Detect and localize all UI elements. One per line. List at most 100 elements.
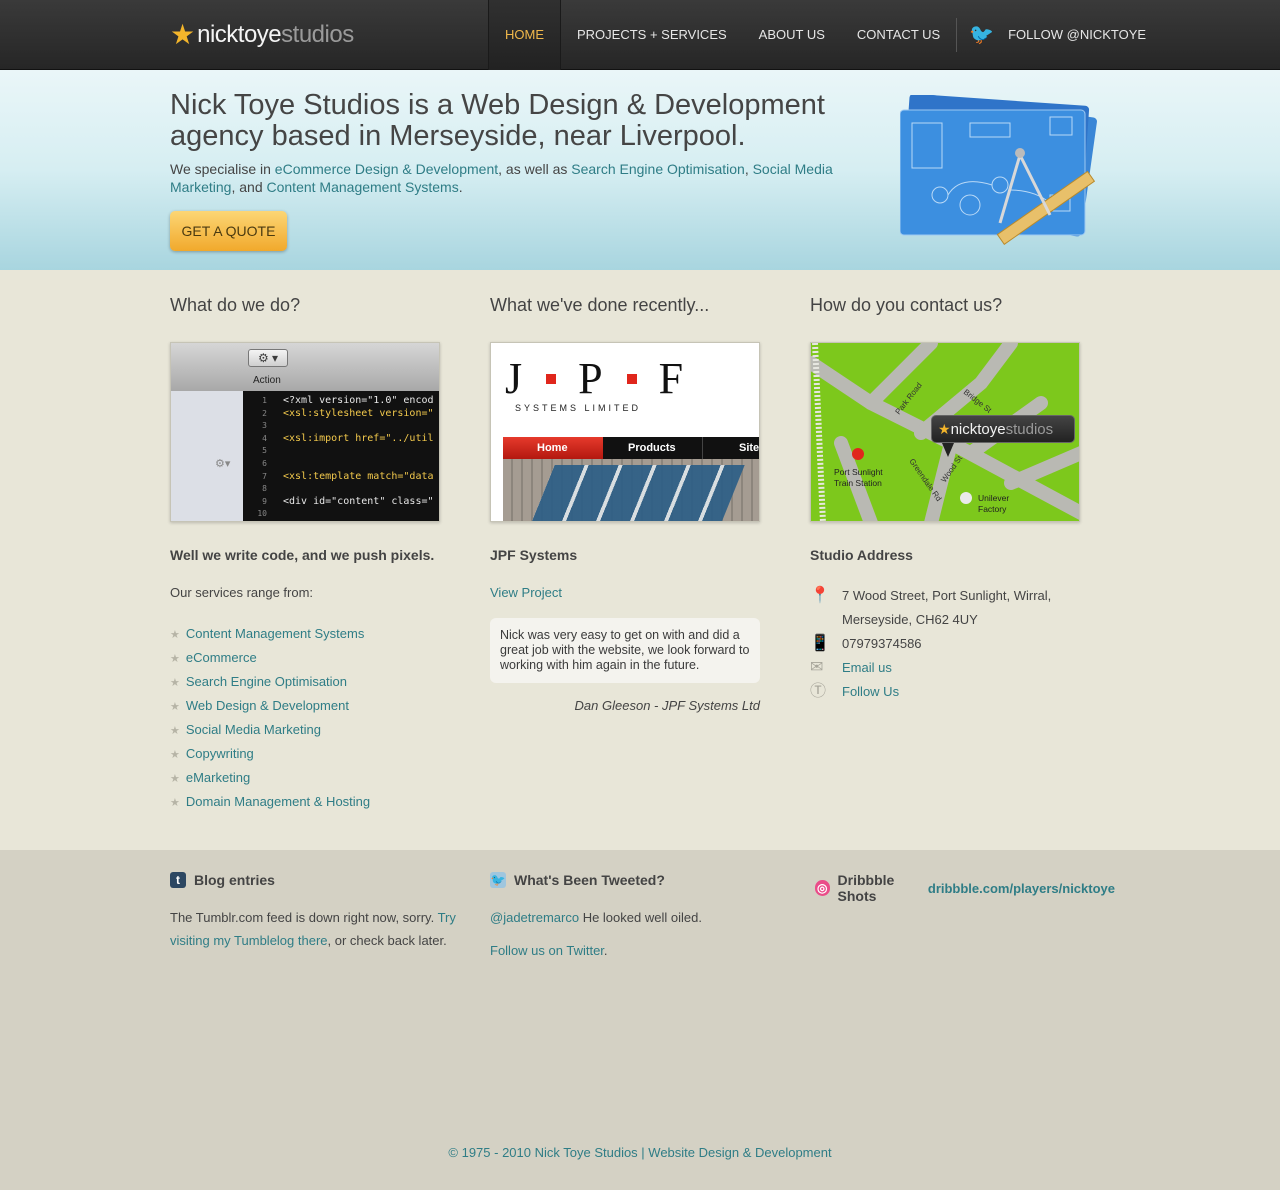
blog-title: Blog entries xyxy=(194,872,275,888)
jpf-nav-site: Site xyxy=(739,442,760,454)
code-line-number: 8 xyxy=(262,484,267,494)
follow-period: . xyxy=(603,943,608,958)
list-item[interactable]: ★ Search Engine Optimisation xyxy=(170,670,460,694)
code-line-number: 6 xyxy=(262,458,267,468)
map-label-unilever: Unilever Factory xyxy=(978,493,1010,514)
map-label-station: Port Sunlight Train Station xyxy=(834,467,883,488)
code-line-number: 7 xyxy=(262,471,267,481)
list-item[interactable]: ★ Content Management Systems xyxy=(170,622,460,646)
building-photo xyxy=(503,459,759,521)
red-square-icon xyxy=(626,373,637,384)
code-editor: 1 <?xml version="1.0" encod 2 <xsl:styleshe… xyxy=(243,395,439,521)
tweet: @jadetremarco He looked well oiled. xyxy=(490,906,790,929)
testimonial-author: Dan Gleeson - JPF Systems Ltd xyxy=(574,698,760,713)
phone-icon: 📱 xyxy=(810,635,830,652)
dribbble-profile-link[interactable]: dribbble.com/players/nicktoye xyxy=(928,881,1115,896)
copyright: © 1975 - 2010 Nick Toye Studios | Websit… xyxy=(448,1145,832,1160)
nav-projects-services[interactable]: PROJECTS + SERVICES xyxy=(561,0,743,70)
follow-row: Ⓣ Follow Us xyxy=(810,680,1100,704)
star-bullet-icon: ★ xyxy=(170,653,180,665)
link-ecommerce-design[interactable]: eCommerce Design & Development xyxy=(275,161,498,177)
envelope-icon: ✉ xyxy=(810,659,824,676)
blog-text: , or check back later. xyxy=(327,933,447,948)
tumblr-icon: t xyxy=(170,872,186,888)
gear-icon: ⚙ ▾ xyxy=(248,349,288,367)
service-link[interactable]: Copywriting xyxy=(186,746,254,761)
link-cms[interactable]: Content Management Systems xyxy=(267,179,459,195)
view-project-link[interactable]: View Project xyxy=(490,585,562,600)
list-item[interactable]: ★ Web Design & Development xyxy=(170,694,460,718)
hero-intro: We specialise in eCommerce Design & Deve… xyxy=(170,160,870,196)
code-toolbar: ⚙ ▾ Action xyxy=(171,343,439,391)
map-marker[interactable]: ★ nicktoye studios xyxy=(931,415,1075,443)
service-link[interactable]: Content Management Systems xyxy=(186,626,364,641)
nav-follow-twitter[interactable]: 🐦 FOLLOW @NICKTOYE xyxy=(957,0,1162,70)
blog-text: The Tumblr.com feed is down right now, s… xyxy=(170,910,438,925)
location-map[interactable]: Park Road Bridge St Wood St Greendale Rd… xyxy=(810,342,1080,522)
code-screenshot[interactable]: ⚙ ▾ Action ⚙▾ 1 <?xml version="1.0" encod… xyxy=(170,342,440,522)
nav-about-us[interactable]: ABOUT US xyxy=(743,0,841,70)
email-us-link[interactable]: Email us xyxy=(842,656,892,680)
building-windows xyxy=(531,465,745,521)
code-line-text: <?xml version="1.0" encod xyxy=(283,395,434,406)
address-row: 📍 7 Wood Street, Port Sunlight, Wirral, … xyxy=(810,584,1100,632)
map-label-park-road: Park Road xyxy=(893,381,923,416)
contact-details: 📍 7 Wood Street, Port Sunlight, Wirral, … xyxy=(810,584,1100,704)
intro-text: We specialise in xyxy=(170,161,275,177)
service-link[interactable]: Domain Management & Hosting xyxy=(186,794,370,809)
list-item[interactable]: ★ eCommerce xyxy=(170,646,460,670)
link-seo[interactable]: Search Engine Optimisation xyxy=(571,161,745,177)
recent-work-title: What we've done recently... xyxy=(490,295,710,315)
jpf-logo: J P F xyxy=(505,353,685,404)
service-link[interactable]: eMarketing xyxy=(186,770,250,785)
nav-home[interactable]: HOME xyxy=(488,0,561,70)
code-line: 3 xyxy=(243,420,439,433)
jpf-logo-letter: J xyxy=(505,354,525,403)
site-logo[interactable]: ★ nicktoye studios xyxy=(170,20,354,50)
list-item[interactable]: ★ Domain Management & Hosting xyxy=(170,790,460,814)
code-line-number: 10 xyxy=(257,509,267,519)
service-link[interactable]: Web Design & Development xyxy=(186,698,349,713)
star-icon: ★ xyxy=(170,19,196,50)
service-link[interactable]: Search Engine Optimisation xyxy=(186,674,347,689)
jpf-project-screenshot[interactable]: J P F SYSTEMS LIMITED Home Products Site xyxy=(490,342,760,522)
dribbble-title: Dribbble Shots xyxy=(837,872,895,904)
studio-address-heading: Studio Address xyxy=(810,547,913,563)
follow-us-link[interactable]: Follow Us xyxy=(842,680,899,704)
twitter-bird-icon: 🐦 xyxy=(490,872,506,888)
dribbble-section: ◎ Dribbble Shots dribbble.com/players/ni… xyxy=(815,872,1115,904)
services-range-text: Our services range from: xyxy=(170,585,314,600)
address-line-2: Merseyside, CH62 4UY xyxy=(842,612,978,627)
logo-text-primary: nicktoye xyxy=(197,21,282,48)
list-item[interactable]: ★ Social Media Marketing xyxy=(170,718,460,742)
jpf-logo-letter: P xyxy=(578,354,605,403)
code-line-number: 2 xyxy=(262,408,267,418)
list-item[interactable]: ★ eMarketing xyxy=(170,766,460,790)
phone-row: 📱 07979374586 xyxy=(810,632,1100,656)
service-link[interactable]: Social Media Marketing xyxy=(186,722,321,737)
follow-twitter-link[interactable]: Follow us on Twitter xyxy=(490,943,604,958)
intro-text: , and xyxy=(231,179,267,195)
jpf-nav-home: Home xyxy=(503,437,603,459)
code-line-number: 1 xyxy=(262,396,267,405)
get-a-quote-button[interactable]: GET A QUOTE xyxy=(170,211,287,251)
nav-contact-us[interactable]: CONTACT US xyxy=(841,0,956,70)
marker-text-primary: nicktoye xyxy=(950,420,1006,438)
action-label: Action xyxy=(253,375,281,386)
service-link[interactable]: eCommerce xyxy=(186,650,257,665)
main-nav: HOME PROJECTS + SERVICES ABOUT US CONTAC… xyxy=(488,0,1162,70)
contact-column: How do you contact us? Park Road Bridge … xyxy=(810,295,1100,704)
blog-entries-heading: t Blog entries xyxy=(170,872,470,888)
phone-number: 07979374586 xyxy=(842,636,922,651)
code-line-number: 9 xyxy=(262,496,267,506)
code-sidebar: ⚙▾ xyxy=(171,391,243,521)
address-text: 7 Wood Street, Port Sunlight, Wirral, Me… xyxy=(842,584,1051,632)
code-line: 7 <xsl:template match="data xyxy=(243,471,439,484)
code-line: 8 xyxy=(243,483,439,496)
tweet-handle-link[interactable]: @jadetremarco xyxy=(490,910,579,925)
list-item[interactable]: ★ Copywriting xyxy=(170,742,460,766)
services-column: What do we do? ⚙ ▾ Action ⚙▾ 1 <?xml vers… xyxy=(170,295,460,814)
code-line: 5 xyxy=(243,445,439,458)
code-line: 2 <xsl:stylesheet version=" xyxy=(243,408,439,421)
intro-text: , as well as xyxy=(498,161,572,177)
